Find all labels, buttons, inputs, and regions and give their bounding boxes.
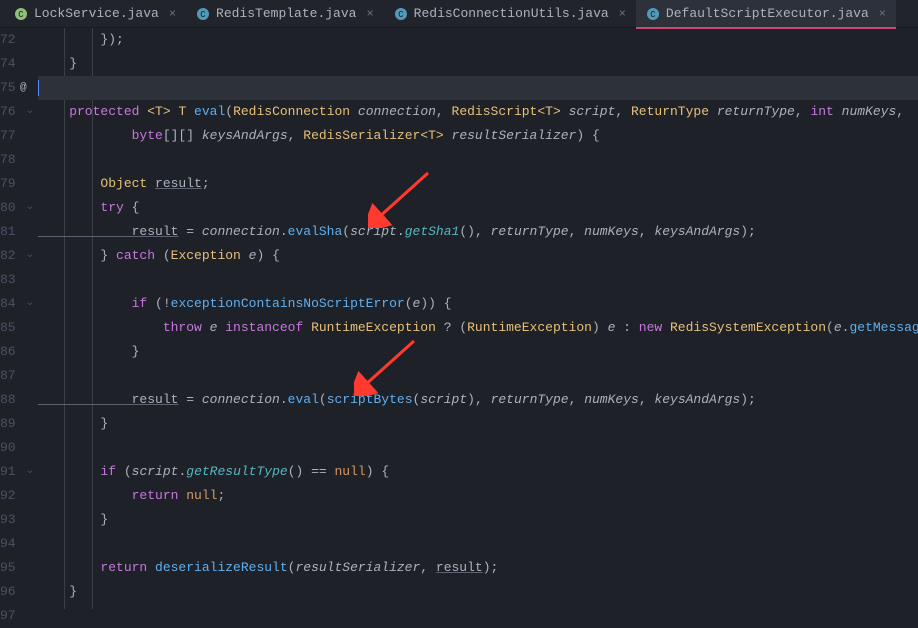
fold-mark[interactable]	[26, 124, 34, 148]
line-number: 92	[0, 484, 16, 508]
fold-mark[interactable]: ⌄	[26, 100, 34, 124]
code-line-current[interactable]: @	[38, 76, 918, 100]
fold-mark[interactable]	[26, 532, 34, 556]
line-number: 89	[0, 412, 16, 436]
fold-mark[interactable]	[26, 484, 34, 508]
fold-mark[interactable]: ⌄	[26, 196, 34, 220]
fold-mark[interactable]	[26, 412, 34, 436]
fold-mark[interactable]	[26, 508, 34, 532]
fold-mark[interactable]	[26, 28, 34, 52]
fold-mark[interactable]	[26, 580, 34, 604]
svg-text:C: C	[200, 10, 206, 20]
code-line[interactable]	[38, 436, 918, 460]
fold-mark[interactable]	[26, 316, 34, 340]
line-number: 90	[0, 436, 16, 460]
fold-mark[interactable]	[26, 268, 34, 292]
fold-mark[interactable]	[26, 340, 34, 364]
code-line[interactable]: return null;	[38, 484, 918, 508]
close-icon[interactable]: ×	[879, 7, 886, 21]
cursor	[38, 80, 39, 96]
java-class-icon: C	[14, 7, 28, 21]
fold-mark[interactable]	[26, 148, 34, 172]
annotation-icon: @	[20, 76, 27, 100]
line-number: 94	[0, 532, 16, 556]
tab-label: LockService.java	[34, 6, 159, 21]
fold-mark[interactable]	[26, 388, 34, 412]
line-number: 95	[0, 556, 16, 580]
code-line[interactable]	[38, 532, 918, 556]
fold-column: ⌄ ⌄ ⌄ ⌄ ⌄	[26, 28, 34, 609]
code-line[interactable]: Object result;	[38, 172, 918, 196]
line-number: 83	[0, 268, 16, 292]
fold-mark[interactable]	[26, 52, 34, 76]
code-line[interactable]: try {	[38, 196, 918, 220]
code-line[interactable]: }	[38, 580, 918, 604]
fold-mark[interactable]: ⌄	[26, 244, 34, 268]
line-number: 81	[0, 220, 16, 244]
tab-bar: C LockService.java × C RedisTemplate.jav…	[0, 0, 918, 28]
close-icon[interactable]: ×	[619, 7, 626, 21]
code-line[interactable]: });	[38, 28, 918, 52]
tab-lockservice[interactable]: C LockService.java ×	[4, 0, 186, 28]
code-line[interactable]: if (script.getResultType() == null) {	[38, 460, 918, 484]
line-number: 74	[0, 52, 16, 76]
fold-mark[interactable]	[26, 556, 34, 580]
tab-label: RedisTemplate.java	[216, 6, 356, 21]
code-line[interactable]: byte[][] keysAndArgs, RedisSerializer<T>…	[38, 124, 918, 148]
line-number: 96	[0, 580, 16, 604]
code-line[interactable]: protected <T> T eval(RedisConnection con…	[38, 100, 918, 124]
line-number: 85	[0, 316, 16, 340]
code-line[interactable]: }	[38, 340, 918, 364]
line-number: 76	[0, 100, 16, 124]
fold-mark[interactable]	[26, 436, 34, 460]
line-number: 75	[0, 76, 16, 100]
code-line[interactable]	[38, 148, 918, 172]
line-number: 91	[0, 460, 16, 484]
line-number: 88	[0, 388, 16, 412]
fold-mark[interactable]	[26, 172, 34, 196]
code-line[interactable]: }	[38, 412, 918, 436]
close-icon[interactable]: ×	[169, 7, 176, 21]
fold-mark[interactable]	[26, 364, 34, 388]
code-line[interactable]	[38, 268, 918, 292]
svg-text:C: C	[398, 10, 404, 20]
line-number-gutter: 72 74 75 76 77 78 79 80 81 82 83 84 85 8…	[0, 28, 26, 609]
java-class-icon: C	[646, 7, 660, 21]
code-area[interactable]: }); } @ protected <T> T eval(RedisConnec…	[34, 28, 918, 609]
line-number: 80	[0, 196, 16, 220]
line-number: 87	[0, 364, 16, 388]
line-number: 93	[0, 508, 16, 532]
fold-mark[interactable]	[26, 220, 34, 244]
tab-label: DefaultScriptExecutor.java	[666, 6, 869, 21]
fold-mark[interactable]: ⌄	[26, 460, 34, 484]
line-number: 84	[0, 292, 16, 316]
code-line[interactable]	[38, 364, 918, 388]
tab-redistemplate[interactable]: C RedisTemplate.java ×	[186, 0, 384, 28]
line-number: 77	[0, 124, 16, 148]
code-line[interactable]: }	[38, 508, 918, 532]
code-line[interactable]: result = connection.eval(scriptBytes(scr…	[38, 388, 918, 412]
code-line[interactable]: }	[38, 52, 918, 76]
code-line[interactable]: throw e instanceof RuntimeException ? (R…	[38, 316, 918, 340]
tab-redisconnectionutils[interactable]: C RedisConnectionUtils.java ×	[384, 0, 636, 28]
line-number: 97	[0, 604, 16, 628]
svg-text:C: C	[18, 10, 24, 20]
line-number: 72	[0, 28, 16, 52]
code-line[interactable]: } catch (Exception e) {	[38, 244, 918, 268]
line-number: 79	[0, 172, 16, 196]
code-line[interactable]: if (!exceptionContainsNoScriptError(e)) …	[38, 292, 918, 316]
line-number: 78	[0, 148, 16, 172]
fold-mark[interactable]: ⌄	[26, 292, 34, 316]
line-number: 82	[0, 244, 16, 268]
svg-text:C: C	[650, 10, 656, 20]
line-number: 86	[0, 340, 16, 364]
java-class-icon: C	[394, 7, 408, 21]
java-class-icon: C	[196, 7, 210, 21]
code-line[interactable]: return deserializeResult(resultSerialize…	[38, 556, 918, 580]
tab-label: RedisConnectionUtils.java	[414, 6, 609, 21]
tab-defaultscriptexecutor[interactable]: C DefaultScriptExecutor.java ×	[636, 0, 896, 28]
close-icon[interactable]: ×	[366, 7, 373, 21]
editor-area: 72 74 75 76 77 78 79 80 81 82 83 84 85 8…	[0, 28, 918, 609]
code-line[interactable]: result = connection.evalSha(script.getSh…	[38, 220, 918, 244]
